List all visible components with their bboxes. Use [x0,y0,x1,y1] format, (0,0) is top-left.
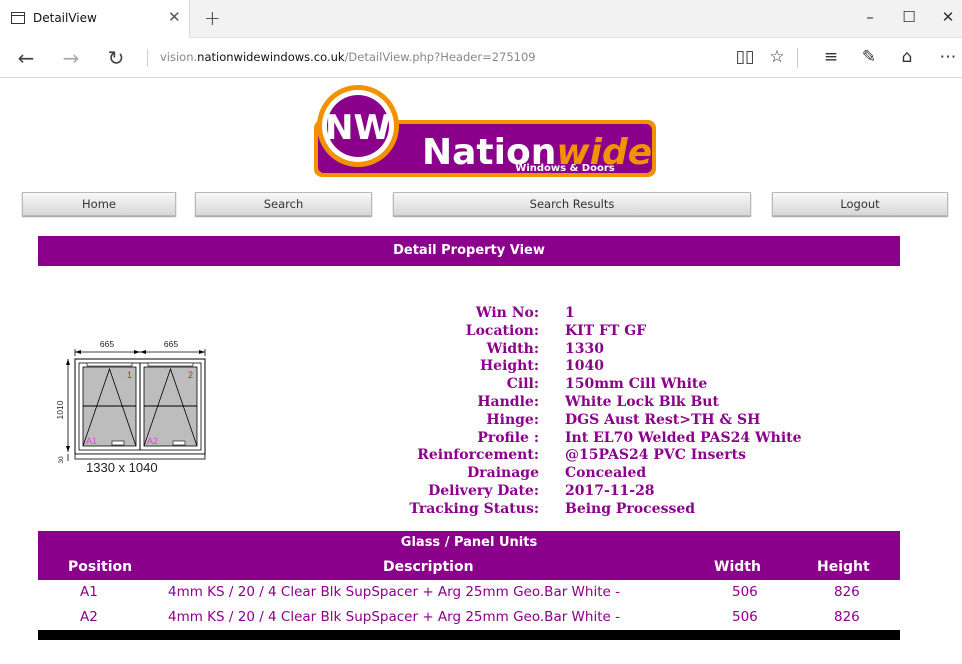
navigation-bar: ← → ↻ vision.nationwidewindows.co.uk/Det… [0,38,962,78]
glass-panel-table: Glass / Panel Units Position Description… [38,531,900,640]
detail-label: Location: [465,322,539,339]
table-row: A2 4mm KS / 20 / 4 Clear Blk SupSpacer +… [80,609,860,625]
detail-value: 1 [565,305,575,321]
refresh-icon[interactable]: ↻ [104,46,128,70]
tab-title: DetailView [33,11,97,25]
table-row: A1 4mm KS / 20 / 4 Clear Blk SupSpacer +… [80,584,860,600]
detail-row: Hinge: DGS Aust Rest>TH & SH [340,412,860,430]
search-results-button[interactable]: Search Results [393,192,751,216]
detail-row: Win No: 1 [340,305,860,323]
detail-label: Reinforcement: [417,447,539,464]
back-icon[interactable]: ← [14,46,38,70]
detail-label: Win No: [475,305,539,321]
detail-label: Width: [486,340,539,357]
detail-title: Detail Property View [38,236,900,266]
home-button[interactable]: Home [22,192,176,216]
detail-row: Height: 1040 [340,358,860,376]
logo-initials: NW [325,108,391,148]
favorite-star-icon[interactable]: ☆ [766,47,788,67]
reading-view-icon[interactable]: ▯▯ [734,47,756,67]
window-size-caption: 1330 x 1040 [86,460,158,475]
page-content: NW Nationwide Windows & Doors Home Searc… [0,79,962,664]
new-tab-icon[interactable]: + [204,6,221,30]
glass-table-title: Glass / Panel Units [38,531,900,555]
detail-value: KIT FT GF [565,322,647,339]
detail-row: Drainage Concealed [340,465,860,483]
nationwide-logo: NW Nationwide Windows & Doors [314,85,656,177]
tab-bar: DetailView ✕ + – ☐ ✕ [0,0,962,38]
detail-row: Cill: 150mm Cill White [340,376,860,394]
detail-value: Concealed [565,465,647,482]
detail-row: Location: KIT FT GF [340,323,860,341]
detail-value: 150mm Cill White [565,376,708,393]
detail-label: Drainage [467,465,539,482]
header-width: Width [714,559,761,575]
svg-text:30: 30 [58,456,65,464]
detail-value: 2017-11-28 [565,482,655,499]
detail-value: 1330 [565,340,604,357]
forward-icon[interactable]: → [59,46,83,70]
url-prefix: vision. [160,50,198,64]
address-bar[interactable]: vision.nationwidewindows.co.uk/DetailVie… [160,50,536,64]
minimize-icon[interactable]: – [860,8,880,26]
detail-row: Profile : Int EL70 Welded PAS24 White [340,430,860,448]
glass-table-header: Position Description Width Height [38,555,900,580]
svg-text:665: 665 [164,339,178,349]
detail-label: Cill: [506,376,539,393]
svg-text:A2: A2 [147,436,158,446]
address-separator [147,49,148,67]
svg-text:1: 1 [127,370,132,380]
detail-label: Hinge: [486,411,539,428]
detail-row: Width: 1330 [340,341,860,359]
maximize-icon[interactable]: ☐ [899,8,919,26]
page-icon [11,12,25,24]
logo-tagline: Windows & Doors [515,163,614,174]
property-details: Win No: 1 Location: KIT FT GF Width: 1330 Heig… [340,305,860,519]
detail-value: 1040 [565,358,604,375]
close-tab-icon[interactable]: ✕ [168,8,181,26]
table-footer-bar [38,630,900,640]
detail-label: Delivery Date: [428,482,539,499]
detail-value: @15PAS24 PVC Inserts [565,447,746,464]
detail-value: DGS Aust Rest>TH & SH [565,411,761,428]
svg-text:2: 2 [188,370,193,380]
header-position: Position [68,559,133,575]
detail-label: Profile : [477,429,539,446]
detail-row: Tracking Status: Being Processed [340,501,860,519]
logout-button[interactable]: Logout [772,192,948,216]
url-domain: nationwidewindows.co.uk [197,50,345,64]
more-icon[interactable]: ⋯ [937,47,959,67]
close-window-icon[interactable]: ✕ [938,8,958,26]
svg-text:665: 665 [100,339,114,349]
url-path: /DetailView.php?Header=275109 [344,50,536,64]
browser-tab[interactable]: DetailView ✕ [0,0,190,38]
detail-label: Handle: [477,393,539,410]
share-icon[interactable]: ⌂ [896,47,918,67]
detail-row: Reinforcement: @15PAS24 PVC Inserts [340,447,860,465]
hub-icon[interactable]: ≡ [820,47,842,67]
detail-value: Int EL70 Welded PAS24 White [565,429,802,446]
detail-row: Handle: White Lock Blk But [340,394,860,412]
detail-label: Tracking Status: [409,500,539,517]
header-height: Height [817,559,870,575]
toolbar-divider [797,48,798,68]
search-button[interactable]: Search [195,192,372,216]
detail-value: Being Processed [565,500,696,517]
detail-label: Height: [479,358,539,375]
svg-text:1010: 1010 [55,400,65,419]
detail-row: Delivery Date: 2017-11-28 [340,483,860,501]
web-note-icon[interactable]: ✎ [858,47,880,67]
detail-value: White Lock Blk But [565,393,719,410]
header-description: Description [383,559,474,575]
svg-text:A1: A1 [86,436,97,446]
